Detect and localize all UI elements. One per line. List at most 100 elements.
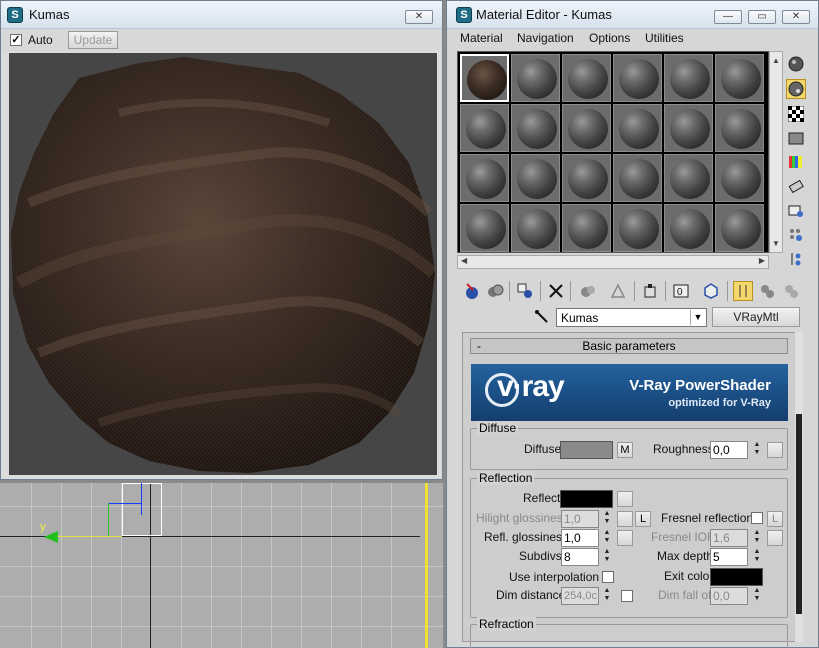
refl-glossiness-field[interactable]: 1,0 (561, 529, 599, 547)
fresnel-ior-label: Fresnel IOR (651, 530, 716, 544)
fresnel-ior-map-button[interactable] (767, 530, 783, 546)
assign-to-selection-icon[interactable] (515, 281, 535, 301)
fresnel-reflections-checkbox[interactable] (751, 512, 763, 524)
sample-sphere (619, 109, 659, 149)
sample-sphere (670, 109, 710, 149)
refl-glossiness-spinner[interactable]: ▲ ▼ (602, 529, 612, 547)
menu-utilities[interactable]: Utilities (645, 31, 684, 45)
put-to-scene-icon[interactable] (485, 281, 505, 301)
reflect-map-button[interactable] (617, 491, 633, 507)
video-color-check-icon[interactable] (786, 152, 806, 172)
sample-uv-icon[interactable] (786, 128, 806, 148)
go-forward-sibling-icon[interactable] (757, 281, 777, 301)
use-interpolation-checkbox[interactable] (602, 571, 614, 583)
put-to-library-icon[interactable] (608, 281, 628, 301)
go-to-parent-icon[interactable] (733, 281, 753, 301)
make-unique-icon[interactable] (578, 281, 598, 301)
maximize-button[interactable]: ▭ (748, 10, 776, 24)
material-sample-slot[interactable] (664, 54, 713, 102)
material-sample-slot[interactable] (715, 104, 764, 152)
material-name-dropdown[interactable]: Kumas ▼ (556, 308, 707, 327)
material-navigator-icon[interactable] (786, 249, 806, 269)
close-button[interactable]: ✕ (405, 10, 433, 24)
material-sample-slot[interactable] (715, 54, 764, 102)
material-sample-slot[interactable] (460, 204, 509, 252)
material-sample-slot[interactable] (715, 154, 764, 202)
reset-map-icon[interactable] (546, 281, 566, 301)
menu-material[interactable]: Material (460, 31, 503, 45)
diffuse-color-swatch[interactable] (560, 441, 613, 459)
hilight-lock-button[interactable]: L (635, 511, 651, 527)
make-preview-icon[interactable] (786, 176, 806, 196)
max-depth-spinner[interactable]: ▲ ▼ (752, 548, 762, 566)
material-sample-slot[interactable] (511, 104, 560, 152)
material-sample-slot[interactable] (664, 154, 713, 202)
material-sample-slot[interactable] (562, 104, 611, 152)
material-sample-slot[interactable] (613, 104, 662, 152)
refl-glossiness-map-button[interactable] (617, 530, 633, 546)
perspective-viewport[interactable]: y (0, 483, 443, 648)
roughness-spinner[interactable]: ▲ ▼ (752, 441, 762, 459)
menu-options[interactable]: Options (589, 31, 630, 45)
reflect-color-swatch[interactable] (560, 490, 613, 508)
material-sample-slot[interactable] (613, 154, 662, 202)
material-sample-slot[interactable] (613, 204, 662, 252)
close-button[interactable]: ✕ (782, 10, 810, 24)
material-sample-slot[interactable] (715, 204, 764, 252)
material-effects-icon[interactable] (781, 281, 801, 301)
menu-navigation[interactable]: Navigation (517, 31, 574, 45)
material-sample-slot[interactable] (664, 104, 713, 152)
subdivs-field[interactable]: 8 (561, 548, 599, 566)
viewport-border-accent (425, 483, 428, 648)
fresnel-ior-spinner[interactable]: ▲ ▼ (752, 529, 762, 547)
minimize-button[interactable]: — (714, 10, 742, 24)
material-editor-titlebar[interactable]: S Material Editor - Kumas — ▭ ✕ (447, 1, 818, 29)
pick-material-eyedropper-icon[interactable] (533, 308, 551, 326)
material-type-button[interactable]: VRayMtl (712, 307, 800, 327)
subdivs-spinner[interactable]: ▲ ▼ (602, 548, 612, 566)
material-sample-slot[interactable] (562, 154, 611, 202)
options-icon[interactable] (786, 201, 806, 221)
basic-parameters-rollout-header[interactable]: - Basic parameters (470, 338, 788, 354)
material-sample-slot[interactable] (460, 154, 509, 202)
material-id-channel-icon[interactable] (640, 281, 660, 301)
dim-falloff-spinner[interactable]: ▲ ▼ (752, 587, 762, 605)
material-sample-slot[interactable] (562, 54, 611, 102)
material-sample-slot[interactable] (664, 204, 713, 252)
fresnel-ior-field[interactable]: 1,6 (710, 529, 748, 547)
render-window-titlebar[interactable]: S Kumas ✕ (1, 1, 442, 29)
select-by-material-icon[interactable] (786, 225, 806, 245)
update-button[interactable]: Update (68, 31, 118, 49)
material-name-value: Kumas (561, 311, 599, 325)
dim-distance-checkbox[interactable] (621, 590, 633, 602)
slots-horizontal-scrollbar[interactable]: ◀ ▶ (457, 255, 769, 269)
backlight-icon[interactable] (786, 79, 806, 99)
hilight-glossiness-field[interactable]: 1,0 (561, 510, 599, 528)
exit-color-swatch[interactable] (710, 568, 763, 586)
slots-vertical-scrollbar[interactable]: ▲ ▼ (769, 51, 783, 253)
roughness-field[interactable]: 0,0 (710, 441, 748, 459)
dim-falloff-field[interactable]: 0,0 (710, 587, 748, 605)
material-sample-slot[interactable] (511, 204, 560, 252)
material-sample-slot[interactable] (460, 104, 509, 152)
max-depth-field[interactable]: 5 (710, 548, 748, 566)
sample-type-icon[interactable] (786, 54, 806, 74)
material-sample-slot[interactable] (460, 54, 509, 102)
background-checker-icon[interactable] (786, 104, 806, 124)
dim-distance-spinner[interactable]: ▲ ▼ (602, 587, 612, 605)
material-sample-slot[interactable] (511, 154, 560, 202)
hilight-glossiness-spinner[interactable]: ▲ ▼ (602, 510, 612, 528)
material-sample-slot[interactable] (511, 54, 560, 102)
hilight-glossiness-map-button[interactable] (617, 511, 633, 527)
roughness-map-button[interactable] (767, 442, 783, 458)
auto-checkbox[interactable]: ✓ (10, 34, 22, 46)
get-material-icon[interactable] (462, 281, 482, 301)
diffuse-map-button[interactable]: M (617, 442, 633, 458)
rollout-scrollbar[interactable] (795, 332, 803, 642)
show-end-result-icon[interactable] (701, 281, 721, 301)
show-map-in-viewport-icon[interactable]: 0 (671, 281, 691, 301)
fresnel-lock-button[interactable]: L (767, 511, 783, 527)
material-sample-slot[interactable] (613, 54, 662, 102)
dim-distance-field[interactable]: 254,0c (561, 587, 599, 605)
material-sample-slot[interactable] (562, 204, 611, 252)
